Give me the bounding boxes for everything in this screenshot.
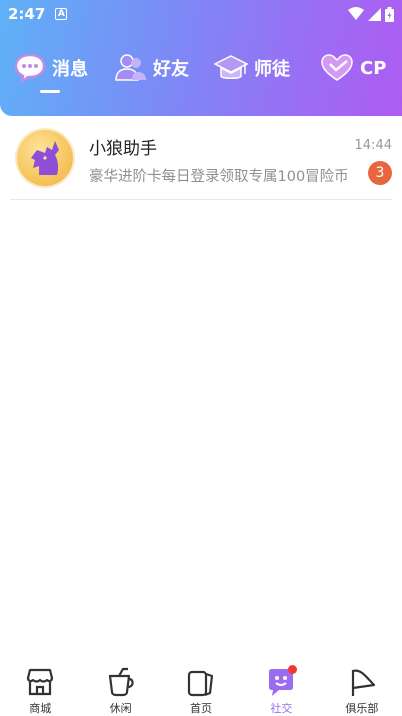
message-list-item[interactable]: 小狼助手 14:44 豪华进阶卡每日登录领取专属100冒险币 3 xyxy=(10,120,392,200)
notification-a-icon: A xyxy=(55,8,68,20)
tab-label: 好友 xyxy=(153,59,189,80)
nav-store[interactable]: 商城 xyxy=(0,662,80,716)
nav-label: 首页 xyxy=(190,702,213,715)
flag-icon xyxy=(351,669,375,696)
nav-label: 商城 xyxy=(29,702,52,715)
tab-label: CP xyxy=(360,57,387,79)
tab-label: 师徒 xyxy=(254,59,290,80)
nav-label: 俱乐部 xyxy=(345,702,379,715)
tab-label: 消息 xyxy=(52,59,88,80)
tab-mentor[interactable]: 师徒 xyxy=(214,53,290,83)
tab-messages[interactable]: 消息 xyxy=(14,53,88,83)
message-preview: 豪华进阶卡每日登录领取专属100冒险币 xyxy=(89,169,349,185)
nav-club[interactable]: 俱乐部 xyxy=(322,662,402,716)
chat-bubble-icon xyxy=(14,53,46,83)
tab-cp[interactable]: CP xyxy=(320,53,386,83)
tab-friends[interactable]: 好友 xyxy=(115,53,189,83)
avatar xyxy=(17,130,73,186)
tab-bar: 消息 好友 师徒 CP xyxy=(0,48,402,88)
friends-icon xyxy=(115,54,146,81)
bottom-navigation: 商城 休闲 首页 社交 俱乐部 xyxy=(0,662,402,716)
nav-leisure[interactable]: 休闲 xyxy=(80,662,160,716)
status-time: 2:47 xyxy=(8,5,46,23)
nav-label: 社交 xyxy=(270,702,293,715)
unread-badge: 3 xyxy=(368,161,392,185)
nav-social[interactable]: 社交 xyxy=(241,662,321,716)
status-bar: 2:47 A xyxy=(0,0,402,28)
card-icon xyxy=(187,670,214,697)
cup-icon xyxy=(108,667,134,697)
wolf-icon xyxy=(31,141,59,175)
battery-icon xyxy=(385,6,394,22)
nav-home[interactable]: 首页 xyxy=(161,662,241,716)
heart-icon xyxy=(321,54,353,81)
message-time: 14:44 xyxy=(354,138,392,153)
store-icon xyxy=(27,668,54,696)
header: 2:47 A 消息 好友 师徒 CP xyxy=(0,0,402,116)
message-sender-name: 小狼助手 xyxy=(89,139,157,159)
active-tab-indicator xyxy=(40,90,60,93)
graduation-cap-icon xyxy=(214,55,248,79)
nav-label: 休闲 xyxy=(109,702,132,715)
wifi-icon xyxy=(348,7,364,20)
signal-icon xyxy=(368,7,381,21)
